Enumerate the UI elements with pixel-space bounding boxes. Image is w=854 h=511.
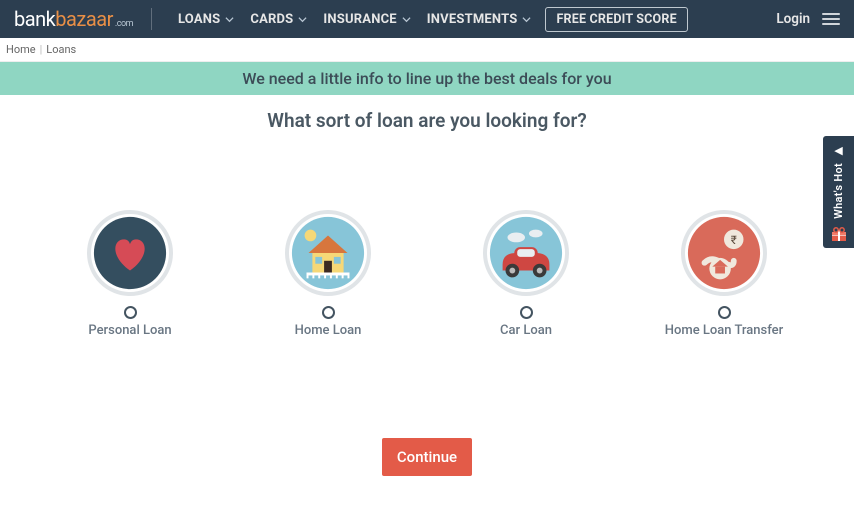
nav-label: LOANS: [178, 12, 220, 27]
chevron-down-icon: [225, 15, 234, 24]
nav-label: INVESTMENTS: [427, 12, 518, 27]
option-label: Personal Loan: [88, 323, 171, 338]
main-nav: LOANS CARDS INSURANCE INVESTMENTS FREE C…: [170, 7, 688, 32]
svg-text:₹: ₹: [731, 233, 737, 247]
free-credit-score-button[interactable]: FREE CREDIT SCORE: [545, 7, 687, 32]
breadcrumb-current: Loans: [46, 43, 76, 56]
breadcrumb: Home | Loans: [0, 38, 854, 62]
nav-investments[interactable]: INVESTMENTS: [419, 12, 540, 27]
divider: [151, 8, 152, 30]
brand-logo[interactable]: bankbazaar.com: [14, 7, 133, 31]
logo-part2: bazaar: [55, 7, 113, 31]
whats-hot-tab[interactable]: ◀ What's Hot: [823, 136, 854, 248]
option-label: Car Loan: [500, 323, 552, 338]
nav-cards[interactable]: CARDS: [242, 12, 315, 27]
info-banner: We need a little info to line up the bes…: [0, 62, 854, 95]
option-label: Home Loan Transfer: [665, 323, 783, 338]
radio-icon[interactable]: [520, 306, 533, 319]
loan-transfer-icon: ₹: [685, 214, 763, 292]
option-illustration: [285, 210, 371, 296]
top-header: bankbazaar.com LOANS CARDS INSURANCE INV…: [0, 0, 854, 38]
option-illustration: [483, 210, 569, 296]
nav-insurance[interactable]: INSURANCE: [315, 12, 418, 27]
chevron-left-icon: ◀: [834, 144, 842, 157]
option-label: Home Loan: [295, 323, 362, 338]
option-illustration: [87, 210, 173, 296]
heart-icon: [91, 214, 169, 292]
house-icon: [289, 214, 367, 292]
option-car-loan[interactable]: Car Loan: [466, 210, 586, 338]
chevron-down-icon: [298, 15, 307, 24]
chevron-down-icon: [402, 15, 411, 24]
question-heading: What sort of loan are you looking for?: [0, 95, 854, 142]
breadcrumb-home[interactable]: Home: [6, 43, 36, 56]
radio-icon[interactable]: [322, 306, 335, 319]
car-icon: [487, 214, 565, 292]
option-home-loan-transfer[interactable]: ₹ Home Loan Transfer: [664, 210, 784, 338]
radio-icon[interactable]: [718, 306, 731, 319]
chevron-down-icon: [522, 15, 531, 24]
nav-label: INSURANCE: [323, 12, 396, 27]
nav-label: CARDS: [250, 12, 293, 27]
logo-suffix: .com: [115, 19, 133, 29]
whats-hot-label: What's Hot: [832, 163, 845, 219]
hamburger-icon[interactable]: [822, 13, 840, 25]
login-link[interactable]: Login: [776, 11, 810, 27]
option-home-loan[interactable]: Home Loan: [268, 210, 388, 338]
breadcrumb-separator: |: [40, 43, 43, 56]
continue-button[interactable]: Continue: [382, 438, 472, 476]
option-personal-loan[interactable]: Personal Loan: [70, 210, 190, 338]
radio-icon[interactable]: [124, 306, 137, 319]
nav-loans[interactable]: LOANS: [170, 12, 242, 27]
logo-part1: bank: [14, 7, 55, 31]
gift-icon: [831, 226, 847, 242]
loan-options: Personal Loan Home Loan: [0, 210, 854, 338]
option-illustration: ₹: [681, 210, 767, 296]
